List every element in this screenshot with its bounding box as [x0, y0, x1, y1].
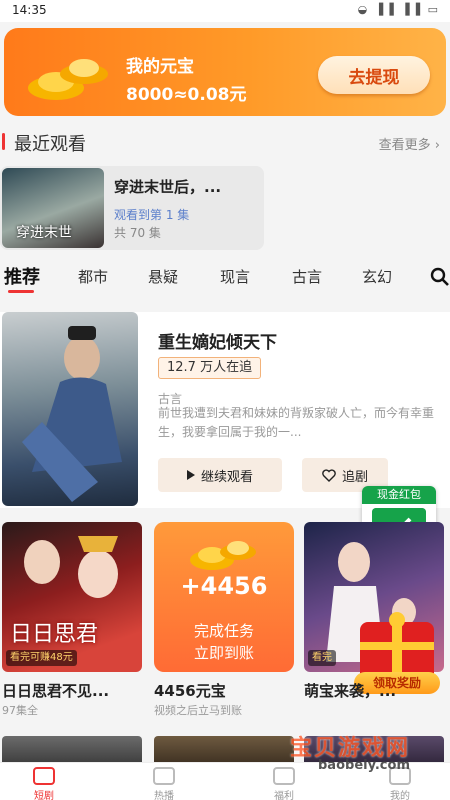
reward-line-2: 立即到账 — [193, 644, 254, 662]
drama-card[interactable]: 日日思君 看完可赚48元 — [2, 522, 142, 672]
reward-amount: +4456 — [180, 572, 268, 600]
heart-icon — [322, 468, 336, 482]
recent-cover-text: 穿进末世 — [16, 225, 72, 241]
task-subtitle: 视频之后立马到账 — [154, 704, 242, 717]
recent-section-header: 最近观看 查看更多 › — [0, 124, 450, 158]
category-tabs: 推荐 都市 悬疑 现言 古言 玄幻 — [0, 260, 450, 296]
status-time: 14:35 — [12, 3, 47, 17]
tab-ancient-romance[interactable]: 古言 — [292, 266, 322, 287]
nav-label: 短剧 — [34, 791, 54, 800]
gold-ingot-icon — [28, 59, 108, 100]
recent-title: 最近观看 — [14, 134, 86, 155]
tab-urban[interactable]: 都市 — [78, 266, 108, 287]
see-more-link[interactable]: 查看更多 › — [379, 134, 440, 153]
gold-ingot-icon — [190, 541, 256, 570]
nav-label: 福利 — [274, 791, 294, 800]
drama-title[interactable]: 日日思君不见... — [2, 680, 109, 701]
tab-active-indicator — [8, 290, 34, 293]
earn-tag: 看完可赚48元 — [6, 650, 77, 666]
continue-label: 继续观看 — [200, 469, 253, 485]
featured-title: 重生嫡妃倾天下 — [158, 333, 277, 353]
follow-label: 追剧 — [341, 469, 368, 485]
recent-cover: 穿进末世 — [2, 168, 104, 248]
search-icon[interactable] — [430, 267, 450, 287]
nav-short-drama[interactable]: 短剧 — [14, 767, 74, 800]
tab-recommend[interactable]: 推荐 — [4, 263, 40, 289]
watermark-url: baobeiy.com — [318, 758, 410, 773]
nav-label: 热播 — [154, 791, 174, 800]
reward-line-1: 完成任务 — [193, 622, 254, 640]
nav-label: 我的 — [390, 791, 410, 800]
task-title[interactable]: 4456元宝 — [154, 680, 226, 701]
tab-modern-romance[interactable]: 现言 — [220, 266, 250, 287]
play-icon — [186, 470, 195, 480]
yuanbao-title: 我的元宝 — [126, 57, 194, 77]
nav-hot[interactable]: 热播 — [134, 767, 194, 800]
nav-welfare[interactable]: 福利 — [254, 767, 314, 800]
video-icon — [153, 767, 175, 785]
featured-description: 前世我遭到夫君和妹妹的背叛家破人亡，而今有幸重生，我要拿回属于我的一... — [158, 406, 435, 439]
drama-cover-text: 日日思君 — [10, 622, 99, 647]
featured-cover-art — [22, 326, 122, 502]
status-bar: 14:35 ◒ ▐▐ ▐▐ ▭ — [0, 0, 450, 22]
yuanbao-value: 8000≈0.08元 — [126, 85, 247, 105]
drama-episodes: 97集全 — [2, 704, 38, 717]
featured-cover — [2, 312, 138, 506]
featured-drama-card[interactable]: 重生嫡妃倾天下 12.7 万人在追 古言 前世我遭到夫君和妹妹的背叛家破人亡，而… — [0, 312, 450, 508]
withdraw-button[interactable]: 去提现 — [318, 56, 430, 94]
section-accent-bar — [2, 133, 5, 150]
recent-item-title: 穿进末世后，... — [114, 178, 222, 196]
recent-item-total: 共 70 集 — [114, 226, 161, 240]
task-reward-card[interactable]: +4456 完成任务 立即到账 — [154, 522, 294, 672]
recent-item[interactable]: 穿进末世 穿进末世后，... 观看到第 1 集 共 70 集 — [0, 166, 264, 250]
gift-icon — [273, 767, 295, 785]
tab-suspense[interactable]: 悬疑 — [148, 266, 178, 287]
tv-icon — [33, 767, 55, 785]
continue-watching-button[interactable]: 继续观看 — [158, 458, 282, 492]
tab-fantasy[interactable]: 玄幻 — [362, 266, 392, 287]
status-icons: ◒ ▐▐ ▐▐ ▭ — [357, 3, 440, 16]
drama-title[interactable]: 萌宝来袭，... — [304, 680, 396, 701]
followers-badge: 12.7 万人在追 — [158, 357, 262, 379]
yuanbao-card[interactable]: 我的元宝 8000≈0.08元 去提现 — [4, 28, 446, 116]
recent-item-progress: 观看到第 1 集 — [114, 208, 190, 222]
cash-red-packet-label: 现金红包 — [362, 486, 436, 504]
earn-tag: 看完 — [308, 650, 336, 666]
